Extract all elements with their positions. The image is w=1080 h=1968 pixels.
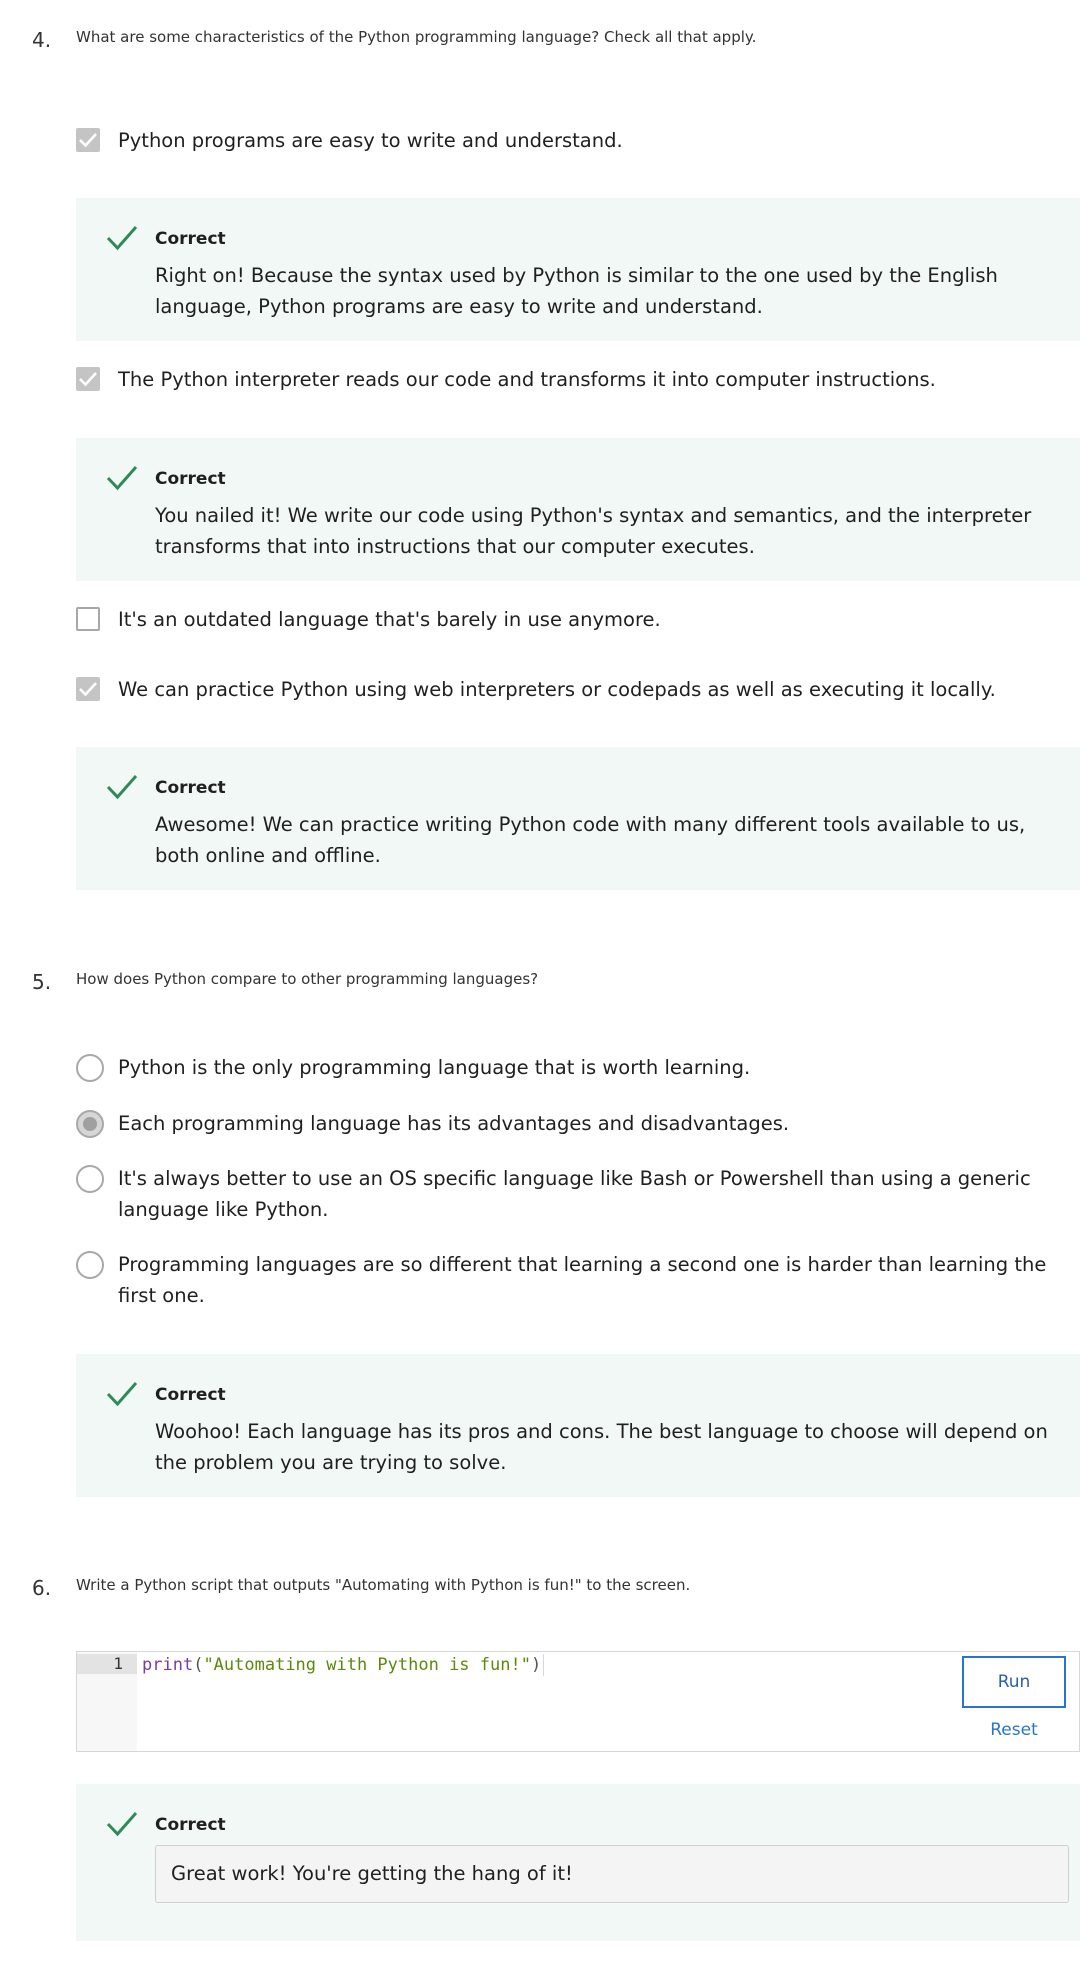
code-paren-close: )	[530, 1655, 542, 1675]
feedback-title: Correct	[155, 1815, 226, 1835]
checkbox-unchecked[interactable]	[76, 607, 100, 631]
feedback-text: Right on! Because the syntax used by Pyt…	[155, 264, 998, 318]
radio-option[interactable]: It's always better to use an OS specific…	[76, 1163, 1066, 1225]
option-label: Programming languages are so different t…	[118, 1253, 1047, 1307]
feedback-title: Correct	[155, 469, 226, 489]
option-label: The Python interpreter reads our code an…	[118, 368, 936, 391]
radio-button[interactable]	[76, 1251, 104, 1279]
run-button[interactable]: Run	[962, 1656, 1066, 1708]
feedback-panel: Correct Awesome! We can practice writing…	[76, 747, 1080, 890]
feedback-title: Correct	[155, 1385, 226, 1405]
feedback-panel: Correct Great work! You're getting the h…	[76, 1784, 1080, 1941]
feedback-output-box: Great work! You're getting the hang of i…	[155, 1845, 1069, 1903]
quiz-page: 4. What are some characteristics of the …	[0, 0, 1080, 1968]
option-label: It's always better to use an OS specific…	[118, 1167, 1031, 1221]
feedback-panel: Correct Right on! Because the syntax use…	[76, 198, 1080, 341]
line-number: 1	[77, 1654, 137, 1674]
checkbox-option[interactable]: We can practice Python using web interpr…	[76, 674, 1066, 706]
checkbox-checked[interactable]	[76, 677, 100, 701]
feedback-title: Correct	[155, 778, 226, 798]
radio-option[interactable]: Programming languages are so different t…	[76, 1249, 1066, 1311]
question-number: 5.	[32, 970, 52, 994]
feedback-title: Correct	[155, 229, 226, 249]
option-label: Each programming language has its advant…	[118, 1112, 790, 1135]
feedback-text: Woohoo! Each language has its pros and c…	[155, 1420, 1048, 1474]
question-number: 6.	[32, 1576, 52, 1600]
checkbox-checked[interactable]	[76, 367, 100, 391]
checkbox-option[interactable]: Python programs are easy to write and un…	[76, 125, 1066, 157]
feedback-text: Awesome! We can practice writing Python …	[155, 813, 1026, 867]
checkmark-icon	[106, 1382, 138, 1407]
code-line[interactable]: print("Automating with Python is fun!")	[142, 1654, 545, 1676]
radio-option[interactable]: Each programming language has its advant…	[76, 1108, 1066, 1140]
checkmark-icon	[106, 466, 138, 491]
radio-button[interactable]	[76, 1054, 104, 1082]
code-function: print	[142, 1655, 194, 1675]
checkmark-icon	[106, 775, 138, 800]
feedback-text: You nailed it! We write our code using P…	[155, 504, 1032, 558]
checkbox-option[interactable]: The Python interpreter reads our code an…	[76, 364, 1066, 396]
option-label: We can practice Python using web interpr…	[118, 678, 996, 701]
reset-button[interactable]: Reset	[962, 1716, 1066, 1744]
radio-button-selected[interactable]	[76, 1110, 104, 1138]
feedback-panel: Correct You nailed it! We write our code…	[76, 438, 1080, 581]
option-label: It's an outdated language that's barely …	[118, 608, 661, 631]
radio-button[interactable]	[76, 1165, 104, 1193]
checkmark-icon	[106, 1812, 138, 1837]
code-editor[interactable]: 1 print("Automating with Python is fun!"…	[76, 1651, 1080, 1752]
radio-option[interactable]: Python is the only programming language …	[76, 1052, 1066, 1084]
check-icon	[79, 682, 97, 697]
feedback-panel: Correct Woohoo! Each language has its pr…	[76, 1354, 1080, 1497]
check-icon	[79, 372, 97, 387]
code-paren-open: (	[193, 1655, 204, 1675]
question-number: 4.	[32, 28, 52, 52]
checkbox-option[interactable]: It's an outdated language that's barely …	[76, 604, 1066, 636]
option-label: Python programs are easy to write and un…	[118, 129, 623, 152]
checkmark-icon	[106, 226, 138, 251]
checkbox-checked[interactable]	[76, 128, 100, 152]
check-icon	[79, 133, 97, 148]
option-label: Python is the only programming language …	[118, 1056, 751, 1079]
question-text: What are some characteristics of the Pyt…	[76, 28, 757, 46]
question-text: How does Python compare to other program…	[76, 970, 539, 988]
code-string: "Automating with Python is fun!"	[203, 1655, 531, 1675]
question-text: Write a Python script that outputs "Auto…	[76, 1576, 691, 1594]
